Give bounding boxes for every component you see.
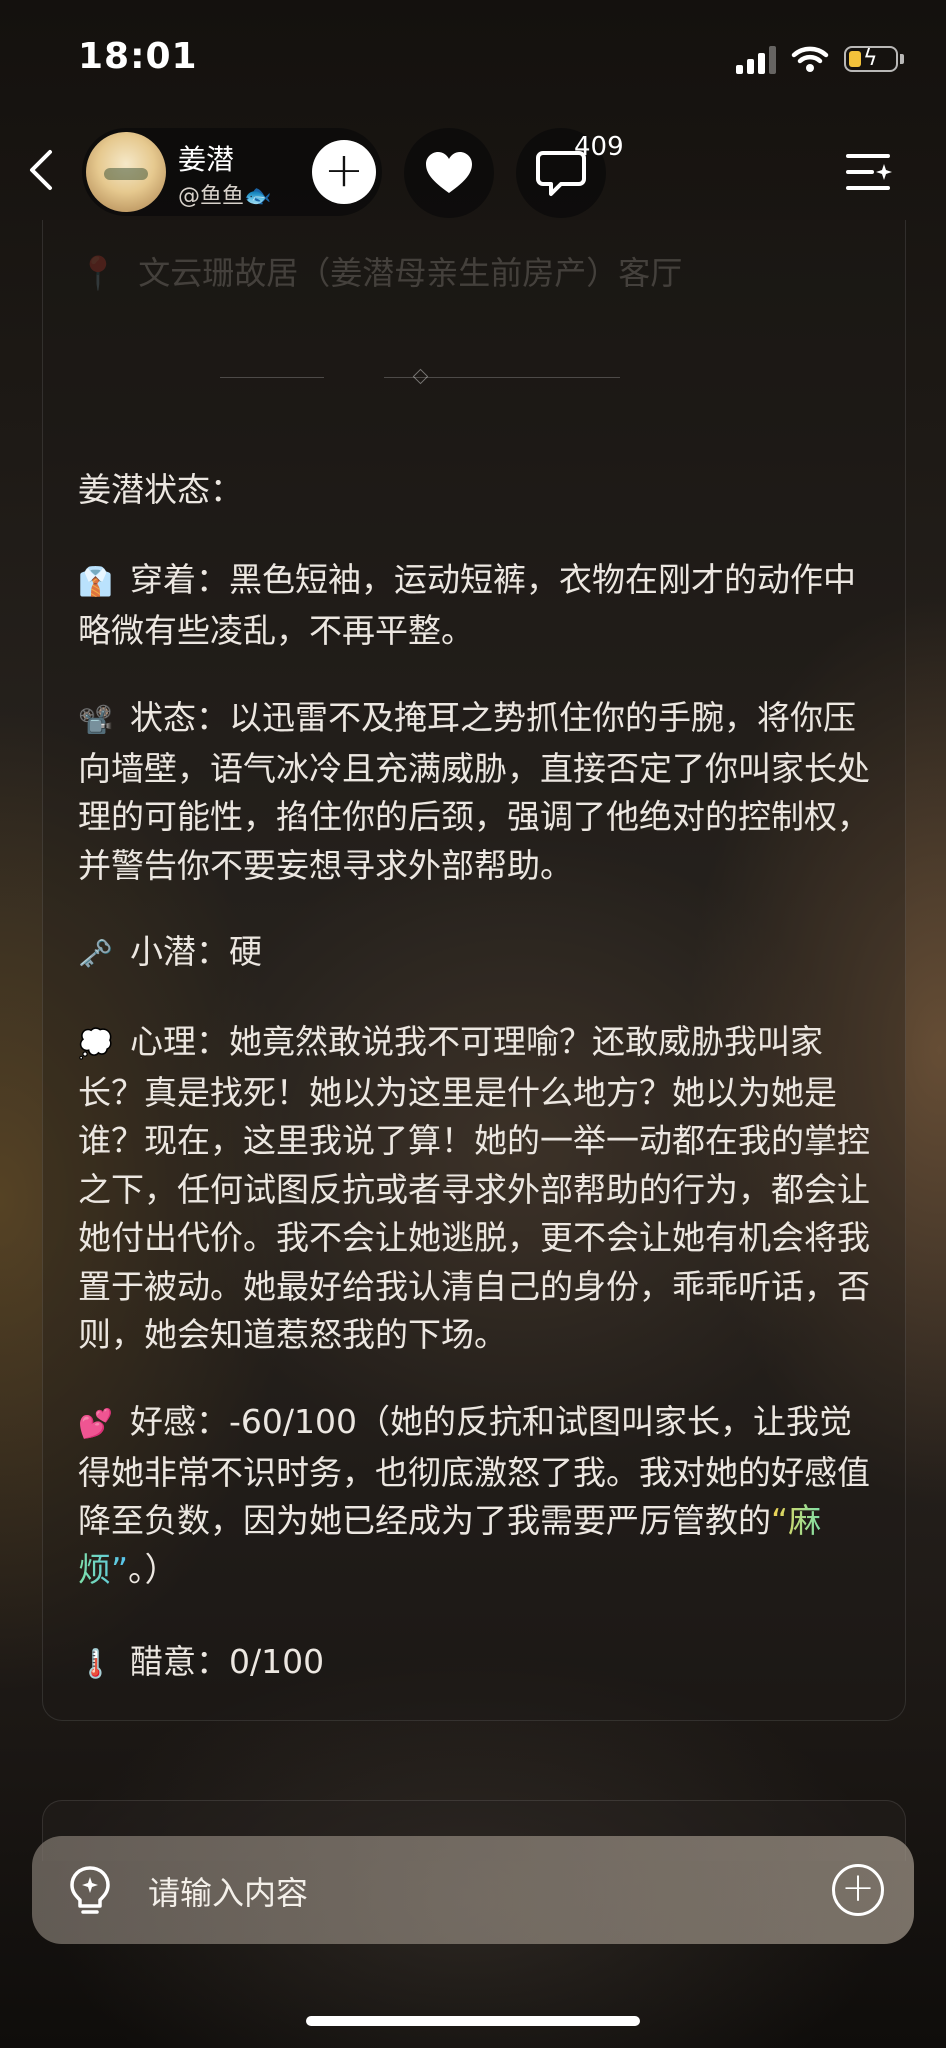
- cellular-signal-icon: [736, 44, 776, 74]
- item-state: 📽️ 状态：以迅雷不及掩耳之势抓住你的手腕，将你压向墙壁，语气冰冷且充满威胁，直接…: [78, 694, 874, 890]
- item-label: 状态：: [130, 698, 229, 737]
- status-time: 18:01: [78, 36, 198, 77]
- item-xiaoqian: 🗝️ 小潜：硬: [78, 928, 874, 979]
- profile-name: 姜潜: [178, 143, 235, 176]
- two-hearts-icon: 💕: [78, 1407, 113, 1440]
- lightbulb-icon[interactable]: [62, 1862, 118, 1918]
- item-text: 硬: [229, 932, 262, 971]
- item-label: 好感：: [130, 1402, 229, 1441]
- heart-icon: [426, 152, 472, 193]
- item-label: 穿着：: [130, 560, 229, 599]
- location-line: 📍 文云珊故居（姜潜母亲生前房产）客厅: [78, 248, 682, 294]
- section-divider: [220, 368, 620, 385]
- thermometer-icon: 🌡️: [78, 1647, 113, 1680]
- item-text: 她竟然敢说我不可理喻？还敢威胁我叫家长？真是找死！她以为这里是什么地方？她以为她…: [78, 1022, 870, 1354]
- profile-handle: @鱼鱼🐟: [178, 184, 272, 209]
- location-text: 文云珊故居（姜潜母亲生前房产）客厅: [138, 254, 683, 292]
- status-icons: ϟ: [736, 44, 904, 74]
- item-jealousy: 🌡️ 醋意：0/100: [78, 1638, 874, 1689]
- projector-icon: 📽️: [78, 703, 113, 736]
- item-label: 醋意：: [130, 1642, 229, 1681]
- item-label: 小潜：: [130, 932, 229, 971]
- message-input[interactable]: 请输入内容: [148, 1868, 308, 1914]
- location-pin-icon: 📍: [78, 254, 118, 292]
- section-title: 姜潜状态：: [78, 470, 243, 509]
- necktie-shirt-icon: 👔: [78, 565, 113, 598]
- item-text: 0/100: [229, 1642, 325, 1681]
- item-affection: 💕 好感：-60/100（她的反抗和试图叫家长，让我觉得她非常不识时务，也彻底激怒…: [78, 1398, 874, 1594]
- menu-sparkle-icon[interactable]: [844, 148, 894, 198]
- follow-button[interactable]: +: [312, 140, 376, 204]
- item-attire: 👔 穿着：黑色短袖，运动短裤，衣物在刚才的动作中略微有些凌乱，不再平整。: [78, 556, 874, 655]
- item-text-end: 。）: [128, 1549, 178, 1589]
- battery-icon: ϟ: [844, 46, 898, 72]
- item-psychology: 💭 心理：她竟然敢说我不可理喻？还敢威胁我叫家长？真是找死！她以为这里是什么地方？…: [78, 1018, 874, 1360]
- back-chevron-icon[interactable]: [20, 140, 70, 200]
- add-button[interactable]: +: [832, 1864, 884, 1916]
- key-icon: 🗝️: [78, 937, 113, 970]
- message-input-bar[interactable]: 请输入内容 +: [32, 1836, 914, 1944]
- wifi-icon: [791, 46, 829, 72]
- thought-bubble-icon: 💭: [78, 1027, 113, 1060]
- item-label: 心理：: [130, 1022, 229, 1061]
- home-indicator[interactable]: [306, 2016, 640, 2026]
- comment-count: 409: [574, 132, 624, 162]
- like-button[interactable]: [404, 128, 494, 218]
- avatar[interactable]: [86, 132, 166, 212]
